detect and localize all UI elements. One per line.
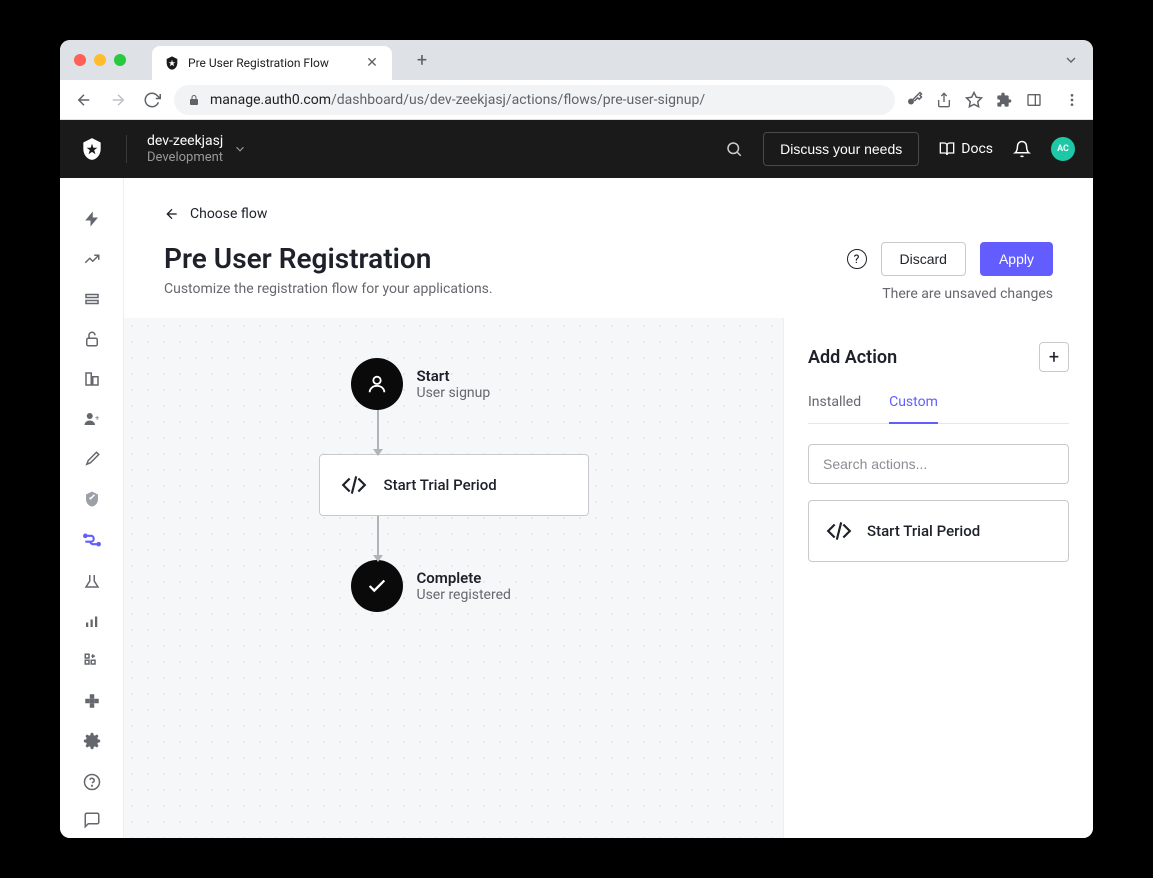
add-action-button[interactable]: +: [1039, 342, 1069, 372]
browser-toolbar-icons: [905, 91, 1081, 109]
key-icon[interactable]: [905, 91, 923, 109]
address-bar[interactable]: manage.auth0.com/dashboard/us/dev-zeekja…: [174, 85, 895, 115]
sidebar-item-security[interactable]: [82, 490, 102, 508]
tab-close-icon[interactable]: ✕: [364, 55, 380, 71]
browser-toolbar: manage.auth0.com/dashboard/us/dev-zeekja…: [60, 80, 1093, 120]
panel-tabs: Installed Custom: [808, 394, 1069, 424]
start-node-subtitle: User signup: [417, 385, 557, 401]
browser-window: Pre User Registration Flow ✕ + manage.au…: [60, 40, 1093, 838]
complete-node-subtitle: User registered: [417, 587, 557, 603]
sidebar-item-monitoring[interactable]: [82, 612, 102, 630]
chevron-down-icon: [233, 142, 247, 156]
app-header: dev-zeekjasj Development Discuss your ne…: [60, 120, 1093, 178]
help-icon[interactable]: ?: [847, 249, 867, 269]
back-link[interactable]: Choose flow: [164, 206, 1053, 222]
app-body: + Choose flow Pre User: [60, 178, 1093, 838]
sidebar-item-applications[interactable]: [82, 290, 102, 308]
book-icon: [939, 141, 955, 157]
apply-button[interactable]: Apply: [980, 242, 1053, 276]
docs-label: Docs: [961, 141, 993, 157]
extensions-icon[interactable]: [995, 91, 1013, 109]
window-controls: [74, 54, 126, 66]
search-actions-input[interactable]: [808, 444, 1069, 484]
flow-connector: [377, 516, 379, 560]
sidebar: +: [60, 178, 124, 838]
back-link-label: Choose flow: [190, 206, 267, 222]
sidebar-item-auth-pipeline[interactable]: [82, 572, 102, 590]
discuss-needs-button[interactable]: Discuss your needs: [763, 132, 919, 166]
discard-button[interactable]: Discard: [881, 242, 966, 276]
flow-start-node: Start User signup: [351, 358, 557, 410]
code-icon: [825, 517, 853, 545]
search-icon[interactable]: [725, 140, 743, 158]
lock-icon: [188, 94, 200, 106]
user-icon: [351, 358, 403, 410]
sidebar-item-extensions[interactable]: [82, 692, 102, 710]
forward-button[interactable]: [106, 88, 130, 112]
flow-connector: [377, 410, 379, 454]
docs-link[interactable]: Docs: [939, 141, 993, 157]
tab-title: Pre User Registration Flow: [188, 56, 356, 70]
unsaved-changes-message: There are unsaved changes: [882, 286, 1053, 302]
tab-custom[interactable]: Custom: [889, 394, 938, 424]
divider: [126, 135, 127, 163]
sidebar-item-help[interactable]: [82, 772, 102, 792]
start-node-title: Start: [417, 367, 557, 385]
sidebar-item-marketplace[interactable]: [82, 652, 102, 670]
back-button[interactable]: [72, 88, 96, 112]
flow-action-node[interactable]: Start Trial Period: [319, 454, 589, 516]
complete-node-title: Complete: [417, 569, 557, 587]
tenant-environment: Development: [147, 150, 223, 166]
page-title: Pre User Registration: [164, 242, 847, 275]
close-window-button[interactable]: [74, 54, 86, 66]
tenant-switcher[interactable]: dev-zeekjasj Development: [147, 133, 247, 165]
avatar[interactable]: AC: [1051, 137, 1075, 161]
arrow-left-icon: [164, 206, 180, 222]
reload-button[interactable]: [140, 88, 164, 112]
sidebar-item-feedback[interactable]: [82, 810, 102, 830]
sidebar-item-branding[interactable]: [82, 450, 102, 468]
browser-titlebar: Pre User Registration Flow ✕ +: [60, 40, 1093, 80]
main-content: Choose flow Pre User Registration Custom…: [124, 178, 1093, 838]
add-action-panel: Add Action + Installed Custom Start Tria…: [783, 318, 1093, 838]
sidebar-item-activity[interactable]: [82, 250, 102, 268]
sidebar-item-settings[interactable]: [82, 732, 102, 750]
tenant-name: dev-zeekjasj: [147, 133, 223, 150]
page-header: Choose flow Pre User Registration Custom…: [124, 178, 1093, 318]
maximize-window-button[interactable]: [114, 54, 126, 66]
sidebar-item-user-management[interactable]: +: [82, 410, 102, 428]
tabs-menu-icon[interactable]: [1063, 52, 1079, 68]
browser-tab[interactable]: Pre User Registration Flow ✕: [152, 46, 392, 80]
action-item-label: Start Trial Period: [867, 522, 980, 540]
content-row: Start User signup Start Trial Period: [124, 318, 1093, 838]
minimize-window-button[interactable]: [94, 54, 106, 66]
notifications-icon[interactable]: [1013, 140, 1031, 158]
sidebar-item-getting-started[interactable]: [82, 210, 102, 228]
flow-canvas[interactable]: Start User signup Start Trial Period: [124, 318, 783, 838]
url-text: manage.auth0.com/dashboard/us/dev-zeekja…: [210, 92, 705, 108]
svg-text:+: +: [95, 414, 99, 423]
flow-diagram: Start User signup Start Trial Period: [319, 358, 589, 612]
new-tab-button[interactable]: +: [408, 46, 436, 74]
code-icon: [340, 471, 368, 499]
check-icon: [351, 560, 403, 612]
flow-complete-node: Complete User registered: [351, 560, 557, 612]
star-icon[interactable]: [965, 91, 983, 109]
action-list-item[interactable]: Start Trial Period: [808, 500, 1069, 562]
panel-title: Add Action: [808, 347, 897, 368]
page-subtitle: Customize the registration flow for your…: [164, 281, 847, 297]
tab-favicon-icon: [164, 55, 180, 71]
sidebar-item-authentication[interactable]: [82, 330, 102, 348]
sidebar-item-organizations[interactable]: [82, 370, 102, 388]
menu-icon[interactable]: [1063, 91, 1081, 109]
share-icon[interactable]: [935, 91, 953, 109]
tab-installed[interactable]: Installed: [808, 394, 861, 424]
auth0-logo-icon[interactable]: [78, 135, 106, 163]
panel-icon[interactable]: [1025, 91, 1043, 109]
sidebar-item-actions[interactable]: [82, 530, 102, 550]
flow-action-label: Start Trial Period: [384, 476, 497, 494]
